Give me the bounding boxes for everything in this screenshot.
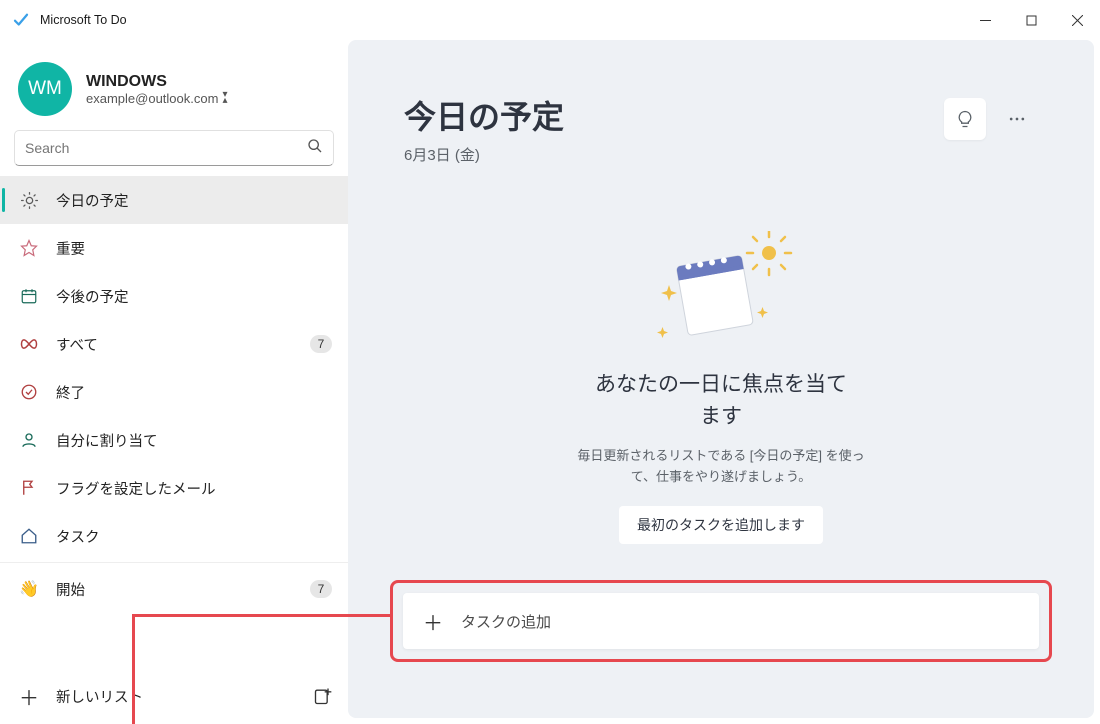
- empty-subtitle: 毎日更新されるリストである [今日の予定] を使って、仕事をやり遂げましょう。: [571, 446, 871, 488]
- nav-label: 重要: [56, 238, 332, 259]
- annotation-line: [132, 614, 392, 617]
- flag-icon: [18, 477, 40, 499]
- nav-label: 今日の予定: [56, 190, 332, 211]
- page-date: 6月3日 (金): [404, 144, 564, 165]
- check-circle-icon: [18, 381, 40, 403]
- add-task-input[interactable]: ＋ タスクの追加: [403, 593, 1039, 649]
- nav-divider: [0, 562, 348, 563]
- account-switcher[interactable]: WM WINDOWS example@outlook.com ▾▴: [0, 48, 348, 130]
- search-icon: [307, 138, 323, 159]
- add-first-task-button[interactable]: 最初のタスクを追加します: [619, 506, 823, 544]
- plus-icon: ＋: [18, 685, 40, 707]
- window-close-button[interactable]: [1054, 0, 1100, 40]
- nav-item-assigned[interactable]: 自分に割り当て: [0, 416, 348, 464]
- main-panel: 今日の予定 6月3日 (金): [348, 40, 1094, 718]
- nav-item-planned[interactable]: 今後の予定: [0, 272, 348, 320]
- titlebar: Microsoft To Do: [0, 0, 1100, 40]
- annotation-highlight: ＋ タスクの追加: [390, 580, 1052, 662]
- nav-label: タスク: [56, 526, 332, 547]
- chevron-updown-icon: ▾▴: [222, 92, 227, 104]
- avatar-initials: WM: [28, 78, 62, 100]
- nav-item-all[interactable]: すべて 7: [0, 320, 348, 368]
- sidebar: WM WINDOWS example@outlook.com ▾▴: [0, 40, 348, 724]
- annotation-line: [132, 614, 135, 724]
- more-button[interactable]: [996, 98, 1038, 140]
- nav-label: 自分に割り当て: [56, 430, 332, 451]
- nav-label: 終了: [56, 382, 332, 403]
- calendar-icon: [18, 285, 40, 307]
- empty-title: あなたの一日に焦点を当てます: [591, 369, 851, 432]
- nav-label: フラグを設定したメール: [56, 478, 332, 499]
- plus-icon: ＋: [423, 607, 443, 636]
- suggestions-button[interactable]: [944, 98, 986, 140]
- nav-badge: 7: [310, 335, 332, 353]
- avatar: WM: [18, 62, 72, 116]
- window-maximize-button[interactable]: [1008, 0, 1054, 40]
- empty-button-label: 最初のタスクを追加します: [637, 517, 805, 533]
- search-input[interactable]: [14, 130, 334, 166]
- empty-illustration: [641, 231, 801, 351]
- person-icon: [18, 429, 40, 451]
- new-list-label: 新しいリスト: [56, 686, 312, 707]
- new-group-button[interactable]: [312, 685, 334, 707]
- nav-item-flagged[interactable]: フラグを設定したメール: [0, 464, 348, 512]
- nav-item-custom-start[interactable]: 👋 開始 7: [0, 565, 348, 613]
- nav-item-myday[interactable]: 今日の予定: [0, 176, 348, 224]
- nav-label: 今後の予定: [56, 286, 332, 307]
- app-window: Microsoft To Do WM WINDOWS example@outlo…: [0, 0, 1100, 724]
- profile-name: WINDOWS: [86, 73, 227, 91]
- hand-icon: 👋: [18, 578, 40, 600]
- nav-item-tasks[interactable]: タスク: [0, 512, 348, 560]
- infinity-icon: [18, 333, 40, 355]
- page-title: 今日の予定: [404, 92, 564, 138]
- star-icon: [18, 237, 40, 259]
- new-list-button[interactable]: ＋ 新しいリスト: [18, 685, 312, 707]
- nav-item-important[interactable]: 重要: [0, 224, 348, 272]
- nav-badge: 7: [310, 580, 332, 598]
- app-title: Microsoft To Do: [40, 13, 127, 27]
- profile-email: example@outlook.com: [86, 91, 218, 106]
- app-icon: [12, 11, 30, 29]
- home-icon: [18, 525, 40, 547]
- nav-label: すべて: [56, 334, 310, 355]
- sun-icon: [18, 189, 40, 211]
- search-field[interactable]: [25, 140, 307, 156]
- window-minimize-button[interactable]: [962, 0, 1008, 40]
- nav-item-completed[interactable]: 終了: [0, 368, 348, 416]
- add-task-placeholder: タスクの追加: [461, 611, 551, 632]
- nav-label: 開始: [56, 579, 310, 600]
- nav-list: 今日の予定 重要 今後の予定: [0, 176, 348, 668]
